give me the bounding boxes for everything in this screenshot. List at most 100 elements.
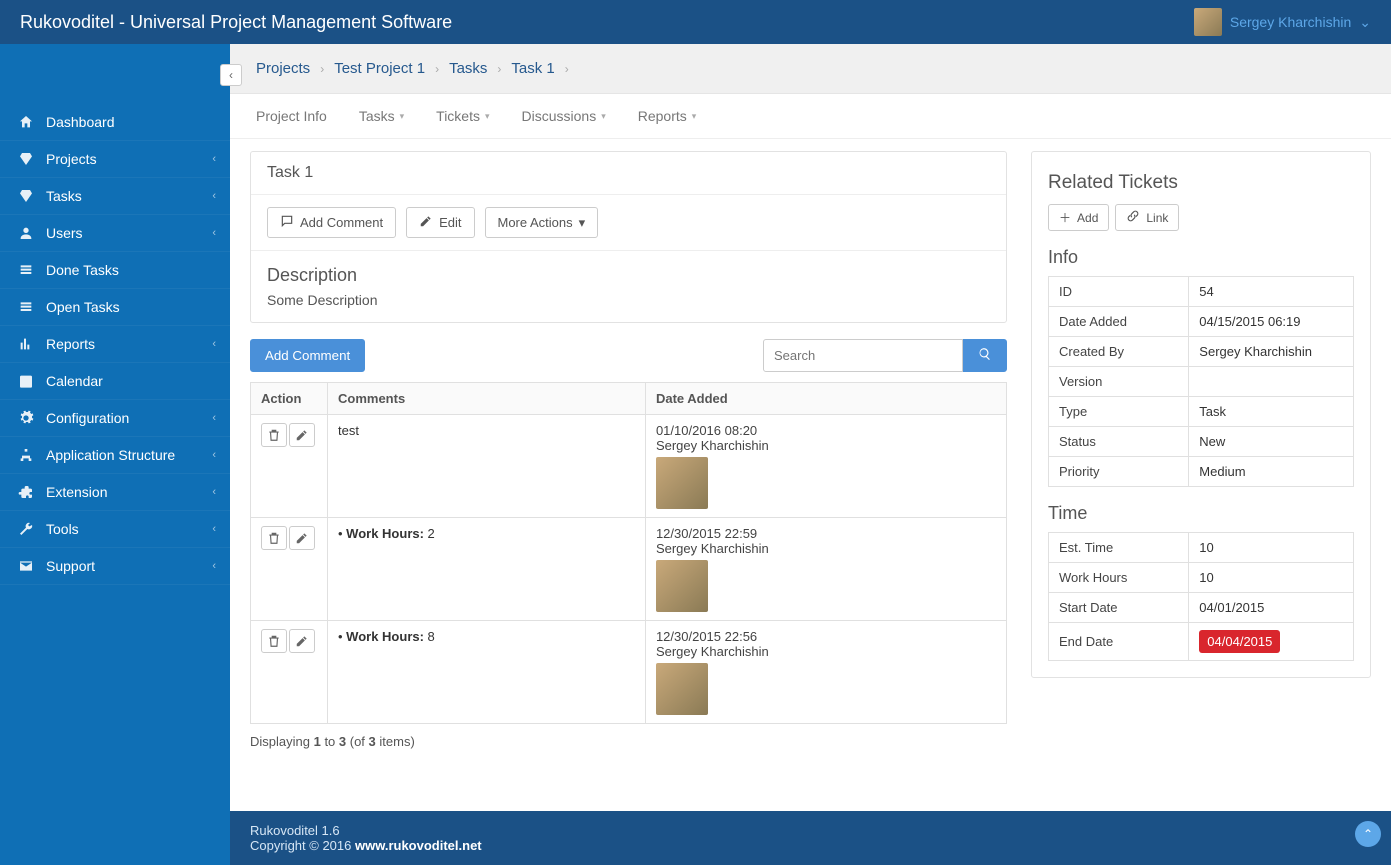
button-label: Add <box>1077 211 1098 225</box>
sidebar-item-configuration[interactable]: Configuration ‹ <box>0 400 230 437</box>
sitemap-icon <box>16 447 36 463</box>
sidebar-item-label: Open Tasks <box>46 299 120 315</box>
list-icon <box>16 299 36 315</box>
button-label: Edit <box>439 215 461 230</box>
comment-meta: 12/30/2015 22:56Sergey Kharchishin <box>645 621 1006 724</box>
sidebar-item-label: Configuration <box>46 410 129 426</box>
info-label: Created By <box>1049 337 1189 367</box>
delete-button[interactable] <box>261 629 287 653</box>
sidebar-item-users[interactable]: Users‹ <box>0 215 230 252</box>
chevron-left-icon: ‹ <box>212 486 216 498</box>
info-heading: Info <box>1048 247 1354 268</box>
chevron-right-icon: › <box>565 62 569 76</box>
sidebar-toggle[interactable]: ‹ <box>220 64 242 86</box>
chevron-left-icon: ‹ <box>212 523 216 535</box>
breadcrumb-task[interactable]: Task 1 <box>511 60 554 77</box>
delete-button[interactable] <box>261 423 287 447</box>
add-ticket-button[interactable]: ＋ Add <box>1048 204 1109 231</box>
footer-link[interactable]: www.rukovoditel.net <box>355 838 482 853</box>
search-icon <box>978 349 992 364</box>
sidebar-item-label: Support <box>46 558 95 574</box>
plus-icon: ＋ <box>1059 209 1071 226</box>
sidebar-item-app-structure[interactable]: Application Structure ‹ <box>0 437 230 474</box>
tab-label: Tasks <box>359 108 395 124</box>
info-value: New <box>1189 427 1354 457</box>
sidebar-item-reports[interactable]: Reports‹ <box>0 326 230 363</box>
tab-label: Discussions <box>522 108 597 124</box>
time-heading: Time <box>1048 503 1354 524</box>
edit-button[interactable]: Edit <box>406 207 474 238</box>
chevron-left-icon: ‹ <box>212 190 216 202</box>
gear-icon <box>16 410 36 426</box>
user-name: Sergey Kharchishin <box>1230 14 1351 30</box>
edit-button[interactable] <box>289 629 315 653</box>
sidebar-item-projects[interactable]: Projects‹ <box>0 141 230 178</box>
tab-label: Project Info <box>256 108 327 124</box>
tab-label: Reports <box>638 108 687 124</box>
breadcrumb-projects[interactable]: Projects <box>256 60 310 77</box>
add-comment-primary-button[interactable]: Add Comment <box>250 339 365 372</box>
sidebar-item-label: Extension <box>46 484 107 500</box>
footer-version: Rukovoditel 1.6 <box>250 823 1371 838</box>
tab-tickets[interactable]: Tickets▾ <box>436 108 489 124</box>
sidebar-item-tasks[interactable]: Tasks‹ <box>0 178 230 215</box>
sidebar-item-label: Application Structure <box>46 447 175 463</box>
more-actions-button[interactable]: More Actions▾ <box>485 207 599 238</box>
info-label: End Date <box>1049 623 1189 661</box>
sidebar-item-label: Projects <box>46 151 97 167</box>
chevron-down-icon: ⌄ <box>1359 14 1371 31</box>
sidebar-item-dashboard[interactable]: Dashboard <box>0 104 230 141</box>
description-text: Some Description <box>267 292 990 308</box>
calendar-icon <box>16 373 36 389</box>
edit-button[interactable] <box>289 526 315 550</box>
tab-label: Tickets <box>436 108 480 124</box>
caret-down-icon: ▾ <box>579 215 586 231</box>
edit-icon <box>419 214 433 231</box>
diamond-icon <box>16 151 36 167</box>
comment-meta: 12/30/2015 22:59Sergey Kharchishin <box>645 518 1006 621</box>
sidebar-item-label: Dashboard <box>46 114 115 130</box>
info-label: ID <box>1049 277 1189 307</box>
info-value: 10 <box>1189 563 1354 593</box>
sidebar-item-open-tasks[interactable]: Open Tasks <box>0 289 230 326</box>
chevron-left-icon: ‹ <box>212 412 216 424</box>
info-value: Task <box>1189 397 1354 427</box>
info-label: Est. Time <box>1049 533 1189 563</box>
breadcrumb-project[interactable]: Test Project 1 <box>334 60 425 77</box>
chevron-left-icon: ‹ <box>212 449 216 461</box>
sidebar-item-done-tasks[interactable]: Done Tasks <box>0 252 230 289</box>
link-ticket-button[interactable]: Link <box>1115 204 1179 231</box>
edit-button[interactable] <box>289 423 315 447</box>
tab-tasks[interactable]: Tasks▾ <box>359 108 404 124</box>
envelope-icon <box>16 558 36 574</box>
info-label: Status <box>1049 427 1189 457</box>
tab-discussions[interactable]: Discussions▾ <box>522 108 606 124</box>
sidebar-item-extension[interactable]: Extension ‹ <box>0 474 230 511</box>
tab-project-info[interactable]: Project Info <box>256 108 327 124</box>
related-tickets-heading: Related Tickets <box>1048 172 1354 194</box>
sidebar-item-calendar[interactable]: Calendar <box>0 363 230 400</box>
scroll-top-button[interactable]: ⌃ <box>1355 821 1381 847</box>
user-menu[interactable]: Sergey Kharchishin ⌄ <box>1194 8 1371 36</box>
breadcrumb-tasks[interactable]: Tasks <box>449 60 487 77</box>
table-row: test01/10/2016 08:20Sergey Kharchishin <box>251 415 1007 518</box>
delete-button[interactable] <box>261 526 287 550</box>
search-button[interactable] <box>963 339 1007 372</box>
comment-meta: 01/10/2016 08:20Sergey Kharchishin <box>645 415 1006 518</box>
sidebar-item-support[interactable]: Support‹ <box>0 548 230 585</box>
breadcrumb: Projects› Test Project 1› Tasks› Task 1› <box>230 44 1391 94</box>
sidebar-item-tools[interactable]: Tools ‹ <box>0 511 230 548</box>
search-input[interactable] <box>763 339 963 372</box>
user-icon <box>16 225 36 241</box>
info-value: 04/15/2015 06:19 <box>1189 307 1354 337</box>
col-action: Action <box>251 383 328 415</box>
add-comment-button[interactable]: Add Comment <box>267 207 396 238</box>
sidebar-item-label: Tools <box>46 521 79 537</box>
info-label: Date Added <box>1049 307 1189 337</box>
comment-text: • Work Hours: 2 <box>328 518 646 621</box>
tab-reports[interactable]: Reports▾ <box>638 108 697 124</box>
task-title: Task 1 <box>251 152 1006 195</box>
info-label: Priority <box>1049 457 1189 487</box>
home-icon <box>16 114 36 130</box>
info-value: 54 <box>1189 277 1354 307</box>
